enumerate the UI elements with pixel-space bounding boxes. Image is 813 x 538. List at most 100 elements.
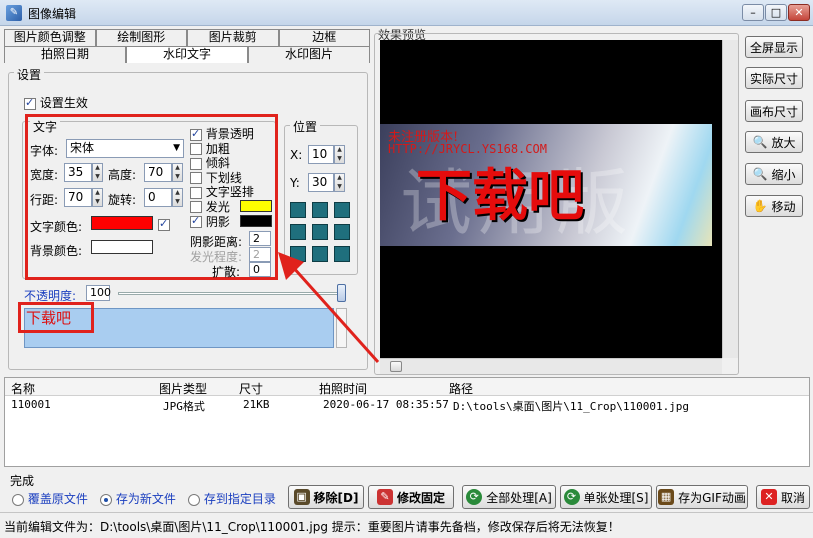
settings-legend: 设置 — [14, 66, 45, 83]
close-button[interactable]: ✕ — [788, 4, 810, 21]
save-new-option[interactable]: 存为新文件 — [100, 490, 176, 507]
tab-border[interactable]: 边框 — [278, 29, 370, 46]
zoom-out-button[interactable]: 🔍 缩小 — [745, 163, 803, 185]
tab-color-adjust[interactable]: 图片颜色调整 — [4, 29, 96, 46]
hscroll-thumb[interactable] — [390, 361, 402, 372]
x-input[interactable]: 10 — [308, 145, 334, 164]
move-button[interactable]: ✋ 移动 — [745, 195, 803, 217]
spread-input[interactable]: 0 — [249, 262, 271, 277]
italic-checkbox[interactable] — [190, 157, 202, 170]
height-label: 高度: — [108, 168, 137, 182]
font-label: 字体: — [30, 144, 59, 158]
save-dir-radio[interactable] — [188, 493, 200, 506]
overwrite-option[interactable]: 覆盖原文件 — [12, 490, 88, 507]
tab-watermark-image[interactable]: 水印图片 — [248, 46, 370, 63]
status-bar: 当前编辑文件为：D:\tools\桌面\图片\11_Crop\110001.jp… — [0, 512, 813, 538]
vertical-checkbox[interactable] — [190, 186, 202, 199]
cancel-button[interactable]: ✕ 取消 — [756, 485, 810, 509]
height-input[interactable]: 70 — [144, 163, 172, 182]
preview-hscroll[interactable] — [380, 358, 722, 374]
save-gif-button[interactable]: ▦ 存为GIF动画 — [656, 485, 748, 509]
save-new-radio[interactable] — [100, 493, 112, 506]
fullscreen-button[interactable]: 全屏显示 — [745, 36, 803, 58]
preview-image: 试用版 未注册版本! HTTP://JRYCL.YS168.COM 下载吧 — [380, 124, 712, 246]
canvas-size-button[interactable]: 画布尺寸 — [745, 100, 803, 122]
tab-crop[interactable]: 图片裁剪 — [187, 29, 279, 46]
spacing-spinner[interactable]: ▲ ▼ — [92, 188, 103, 207]
anchor-top-left-button[interactable] — [290, 202, 306, 218]
batch-process-button[interactable]: ⟳ 全部处理[A] — [462, 485, 556, 509]
italic-label: 倾斜 — [205, 156, 230, 171]
anchor-top-button[interactable] — [312, 202, 328, 218]
fullscreen-label: 全屏显示 — [749, 40, 798, 55]
status-text: 当前编辑文件为：D:\tools\桌面\图片\11_Crop\110001.jp… — [4, 520, 620, 534]
underline-checkbox[interactable] — [190, 172, 202, 185]
font-value: 宋体 — [70, 141, 95, 155]
glow-level-input[interactable]: 2 — [249, 247, 271, 262]
tab-strip: 图片颜色调整 绘制图形 图片裁剪 边框 拍照日期 水印文字 水印图片 — [4, 29, 370, 63]
preview-canvas[interactable]: 试用版 未注册版本! HTTP://JRYCL.YS168.COM 下载吧 — [380, 40, 722, 358]
table-row[interactable]: 110001 JPG格式 21KB 2020-06-17 08:35:57 D:… — [5, 396, 809, 414]
y-input[interactable]: 30 — [308, 173, 334, 192]
bg-color-label: 背景颜色: — [30, 244, 83, 258]
col-time[interactable]: 拍照时间 — [319, 380, 367, 397]
watermark-text: 下载吧 — [26, 309, 72, 327]
text-color-checkbox[interactable] — [158, 217, 170, 231]
tab-draw-shape[interactable]: 绘制图形 — [95, 29, 187, 46]
cell-size: 21KB — [243, 398, 270, 411]
zoom-in-icon: 🔍 — [752, 135, 768, 149]
minimize-button[interactable]: – — [742, 4, 764, 21]
col-type[interactable]: 图片类型 — [159, 380, 207, 397]
table-header: 名称 图片类型 尺寸 拍照时间 路径 — [5, 378, 809, 396]
y-spinner[interactable]: ▲ ▼ — [334, 173, 345, 192]
enable-label: 设置生效 — [39, 96, 88, 110]
single-process-button[interactable]: ⟳ 单张处理[S] — [560, 485, 652, 509]
height-spinner[interactable]: ▲ ▼ — [172, 163, 183, 182]
glow-color-swatch[interactable] — [240, 200, 272, 212]
rotate-spinner[interactable]: ▲ ▼ — [172, 188, 183, 207]
anchor-center-button[interactable] — [312, 224, 328, 240]
film-icon: ▣ — [293, 489, 310, 505]
fix-button[interactable]: ✎ 修改固定 — [368, 485, 454, 509]
enable-checkbox[interactable] — [24, 96, 36, 110]
glow-checkbox[interactable] — [190, 201, 202, 214]
tab-photo-date[interactable]: 拍照日期 — [4, 46, 126, 63]
bg-transparent-checkbox[interactable] — [190, 127, 202, 141]
bold-label: 加粗 — [205, 141, 230, 156]
enable-row: 设置生效 — [24, 94, 88, 111]
text-options: 背景透明 加粗 倾斜 下划线 文字竖排 发光 阴影 — [190, 127, 254, 229]
actual-size-button[interactable]: 实际尺寸 — [745, 67, 803, 89]
edit-icon: ✎ — [376, 489, 393, 505]
remove-button[interactable]: ▣ 移除[D] — [288, 485, 364, 509]
x-spinner[interactable]: ▲ ▼ — [334, 145, 345, 164]
font-select[interactable]: 宋体 ▼ — [66, 139, 184, 158]
width-spinner[interactable]: ▲ ▼ — [92, 163, 103, 182]
shadow-checkbox[interactable] — [190, 214, 202, 229]
shadow-color-swatch[interactable] — [240, 215, 272, 227]
shadow-dist-input[interactable]: 2 — [249, 231, 271, 246]
bg-color-swatch[interactable] — [91, 240, 153, 254]
zoom-in-button[interactable]: 🔍 放大 — [745, 131, 803, 153]
anchor-top-right-button[interactable] — [334, 202, 350, 218]
preview-vscroll[interactable] — [722, 40, 738, 358]
anchor-right-button[interactable] — [334, 224, 350, 240]
anchor-left-button[interactable] — [290, 224, 306, 240]
col-path[interactable]: 路径 — [449, 380, 473, 397]
save-dir-option[interactable]: 存到指定目录 — [188, 490, 276, 507]
text-color-swatch[interactable] — [91, 216, 153, 230]
tab-watermark-text[interactable]: 水印文字 — [126, 46, 248, 63]
bold-checkbox[interactable] — [190, 143, 202, 156]
shadow-label: 阴影 — [205, 214, 230, 229]
opacity-input[interactable]: 100 — [86, 285, 111, 301]
spacing-input[interactable]: 70 — [64, 188, 92, 207]
maximize-button[interactable]: □ — [765, 4, 787, 21]
width-input[interactable]: 35 — [64, 163, 92, 182]
zoom-in-label: 放大 — [771, 135, 796, 150]
col-name[interactable]: 名称 — [11, 380, 35, 397]
overwrite-radio[interactable] — [12, 493, 24, 506]
annotation-arrow — [278, 252, 380, 364]
y-label: Y: — [290, 176, 300, 190]
actual-size-label: 实际尺寸 — [749, 71, 798, 86]
col-size[interactable]: 尺寸 — [239, 380, 263, 397]
rotate-input[interactable]: 0 — [144, 188, 172, 207]
